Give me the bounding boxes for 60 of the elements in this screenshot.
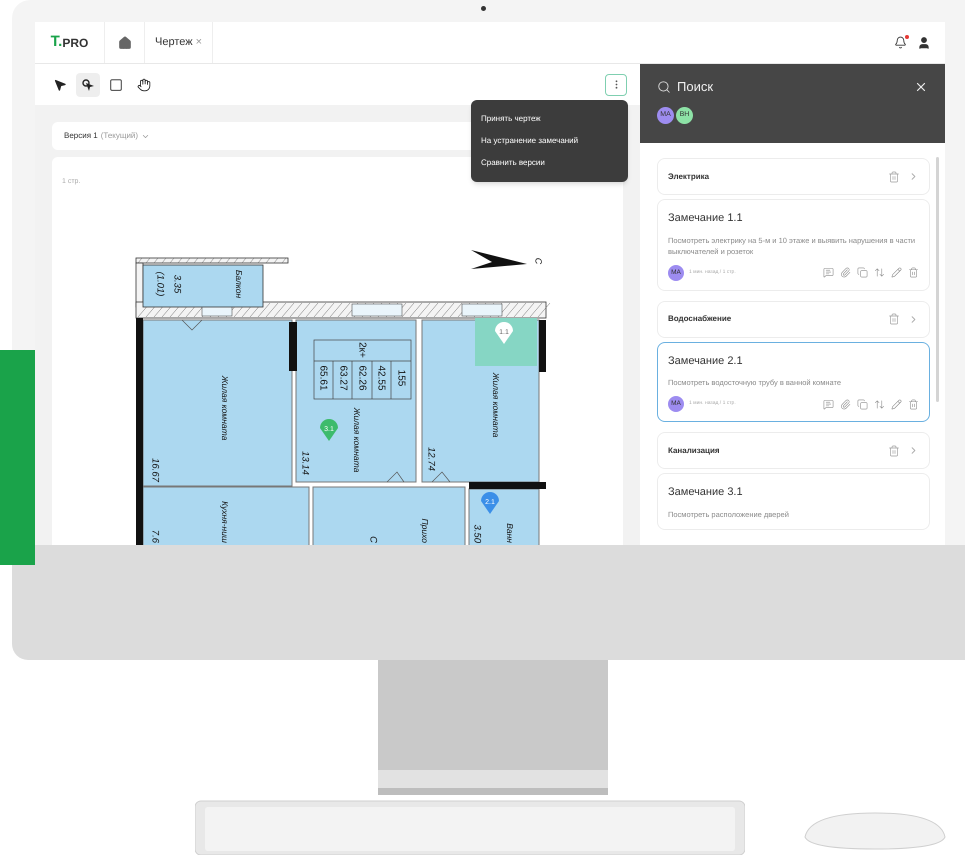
plan-label: Жилая комната [490, 372, 501, 438]
plan-label: 7.6 [149, 530, 160, 543]
plan-label: 16.67 [149, 458, 160, 482]
trash-icon[interactable] [908, 267, 919, 278]
plan-label: 3.35 [171, 274, 182, 294]
plan-label: (1.01) [154, 272, 166, 296]
pencil-icon[interactable] [891, 267, 902, 278]
group-title: Водоснабжение [668, 313, 732, 325]
group-title: Электрика [668, 170, 710, 182]
trash-icon[interactable] [888, 313, 900, 325]
paperclip-icon[interactable] [840, 267, 851, 278]
plan-label: Жилая комната [220, 376, 230, 440]
plan-label: Жилая комната [352, 408, 362, 472]
comment-title: Замечание 2.1 [668, 354, 744, 368]
plan-label: 42.55 [375, 365, 386, 391]
plan-label: 65.61 [317, 365, 328, 391]
plan-label: 3.50 [471, 524, 482, 543]
pencil-icon[interactable] [891, 398, 902, 410]
paperclip-icon[interactable] [840, 398, 851, 410]
trash-icon[interactable] [888, 170, 900, 182]
comment-title: Замечание 1.1 [668, 211, 744, 226]
comment-icon[interactable] [823, 398, 834, 410]
sort-icon[interactable] [874, 267, 885, 278]
plan-label: 155 [395, 370, 406, 386]
plan-label: Балкон [234, 270, 244, 298]
plan-label: 63.27 [337, 365, 348, 391]
copy-icon[interactable] [857, 398, 868, 410]
home-icon [118, 36, 132, 50]
sort-icon[interactable] [874, 398, 885, 410]
user-icon[interactable] [917, 36, 931, 50]
comment-icon[interactable] [823, 267, 834, 278]
hand-icon [137, 78, 151, 92]
plan-label: Кухня-ниш [220, 501, 230, 543]
trash-icon[interactable] [908, 398, 919, 410]
plan-label: С [367, 536, 378, 543]
plan-label: 62.26 [356, 365, 368, 391]
plan-label: 12.74 [425, 447, 436, 471]
tool-button[interactable] [76, 72, 100, 96]
scrollbar[interactable] [936, 157, 939, 402]
copy-icon[interactable] [857, 267, 868, 278]
pointer-node-icon [81, 78, 95, 92]
north-arrow-icon [471, 250, 527, 269]
comment-title: Замечание 3.1 [668, 485, 744, 500]
group-row[interactable]: Канализация [657, 432, 930, 469]
more-button[interactable] [605, 74, 627, 96]
plan-label: Прихо [420, 518, 430, 543]
plan-label: 2к+ [356, 342, 368, 358]
plan-label: С [534, 258, 544, 264]
trash-icon[interactable] [888, 444, 900, 456]
search-icon [657, 80, 671, 94]
menu-item[interactable]: Сравнить версии [471, 152, 628, 174]
pointer-icon [53, 78, 67, 92]
group-title: Канализация [668, 444, 720, 456]
square-icon [109, 78, 123, 92]
plan-label: Ванн [504, 523, 515, 543]
bell-icon[interactable] [894, 36, 907, 49]
group-row[interactable]: Электрика [657, 158, 930, 195]
search-field[interactable]: Поиск [677, 77, 877, 96]
group-row[interactable]: Водоснабжение [657, 300, 930, 338]
plan-label: 13.14 [299, 451, 310, 475]
